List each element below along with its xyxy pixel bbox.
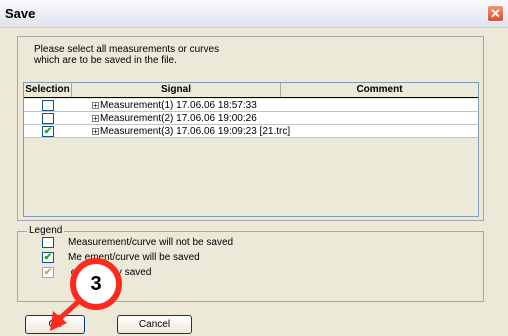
save-dialog: Save ✕ Please select all measurements or… [0, 0, 508, 336]
step-badge: 3 [70, 258, 122, 310]
